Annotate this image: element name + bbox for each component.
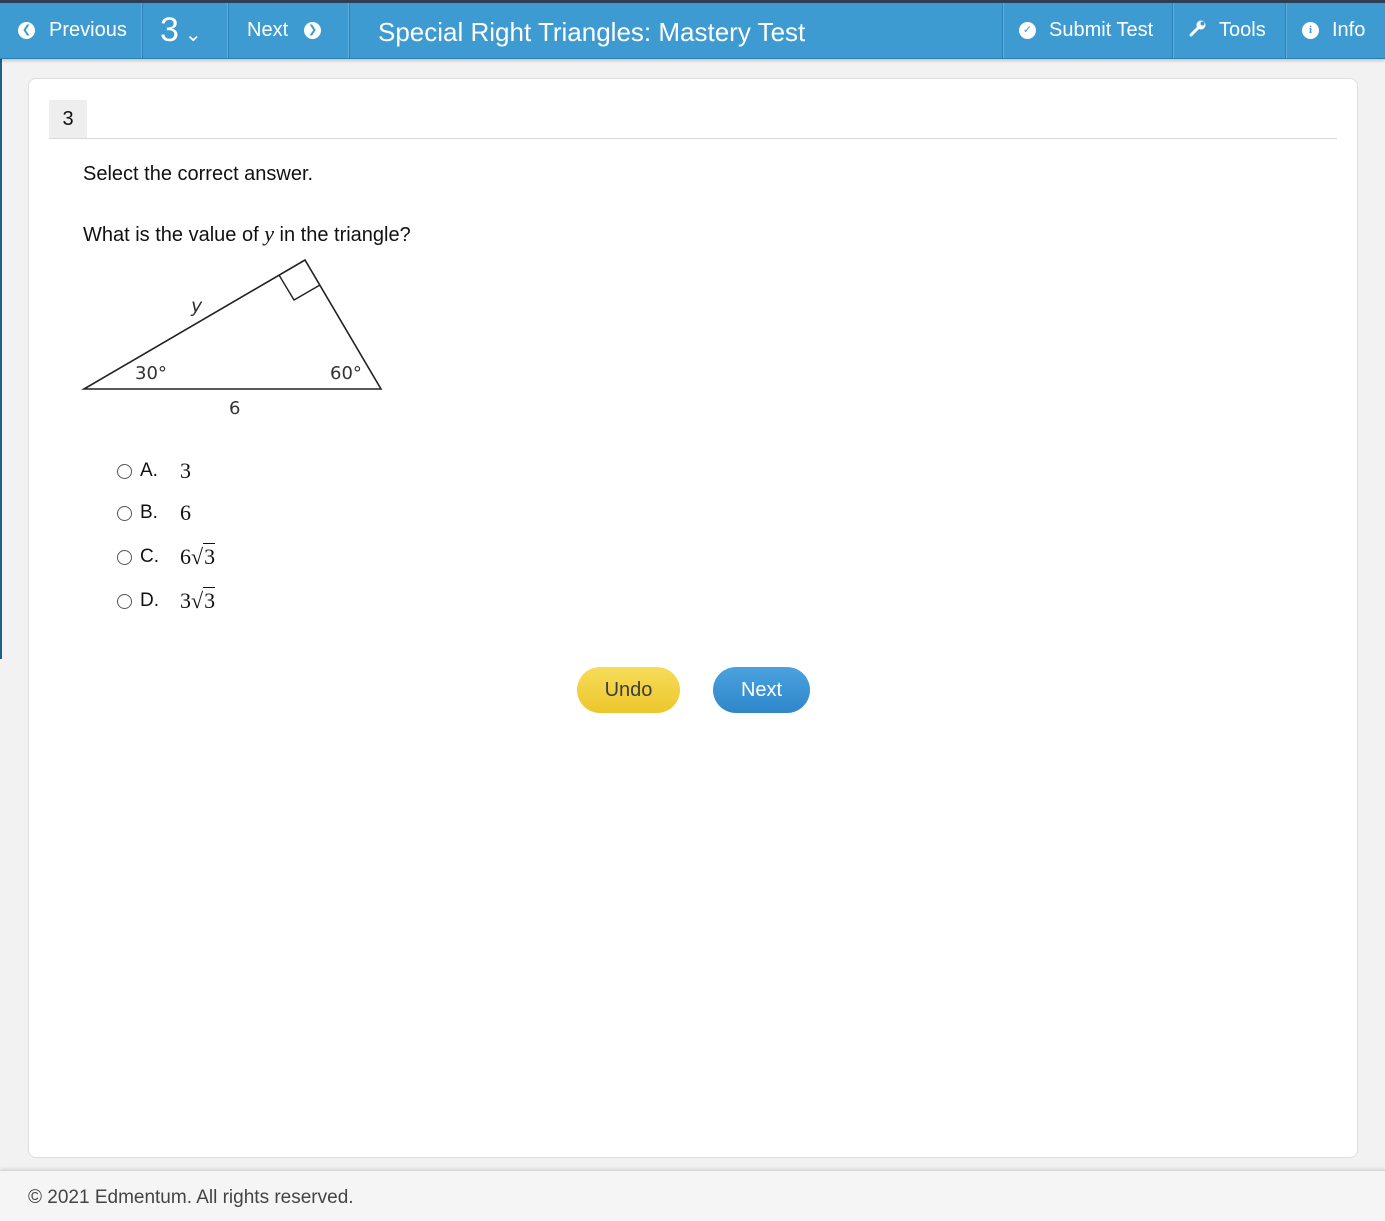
option-value: 6 [180, 500, 191, 525]
window-edge [0, 59, 2, 659]
submit-label: Submit Test [1049, 19, 1154, 41]
question-prompt: What is the value of y in the triangle? [83, 221, 411, 246]
label-60-degrees: 60° [330, 363, 362, 384]
info-label: Info [1332, 19, 1366, 41]
question-selector-dropdown[interactable]: 3 ⌄ [143, 3, 229, 58]
arrow-right-circle-icon: ❯ [304, 22, 322, 39]
square-root-symbol: √3 [191, 587, 216, 613]
label-30-degrees: 30° [135, 363, 167, 384]
square-root-symbol: √3 [191, 543, 216, 569]
right-angle-marker [278, 274, 321, 301]
next-label: Next [247, 19, 289, 41]
radio-button[interactable] [117, 505, 132, 521]
chevron-down-icon: ⌄ [184, 24, 202, 46]
radio-button[interactable] [117, 463, 132, 479]
copyright-text: © 2021 Edmentum. All rights reserved. [28, 1187, 354, 1208]
label-y: y [190, 295, 203, 317]
option-value: 3 [180, 458, 191, 483]
question-number: 3 [160, 11, 179, 49]
top-navigation-bar: ❮ Previous 3 ⌄ Next ❯ Special Right Tria… [0, 0, 1385, 59]
option-a[interactable]: A. 3 [117, 458, 191, 483]
info-button[interactable]: i Info [1285, 3, 1385, 58]
option-b[interactable]: B. 6 [117, 500, 191, 525]
tools-label: Tools [1219, 19, 1266, 41]
radio-button[interactable] [117, 593, 132, 609]
variable-y: y [264, 221, 274, 246]
triangle-diagram: y 30° 60° 6 [81, 258, 383, 417]
radio-button[interactable] [117, 549, 132, 565]
next-button[interactable]: Next [713, 667, 810, 713]
previous-button[interactable]: ❮ Previous [0, 3, 143, 58]
tools-button[interactable]: Tools [1172, 3, 1285, 58]
label-base-6: 6 [229, 398, 240, 417]
instruction-text: Select the correct answer. [83, 163, 314, 185]
info-circle-icon: i [1302, 22, 1319, 39]
option-c[interactable]: C. 6√3 [117, 543, 216, 569]
wrench-icon [1189, 19, 1207, 43]
option-value: 6√3 [180, 543, 216, 569]
question-tab: 3 [49, 100, 87, 138]
next-question-button[interactable]: Next ❯ [229, 3, 350, 58]
undo-button[interactable]: Undo [577, 667, 680, 713]
arrow-left-circle-icon: ❮ [18, 22, 35, 39]
submit-test-button[interactable]: ✓ Submit Test [1002, 3, 1172, 58]
previous-label: Previous [49, 19, 127, 41]
test-title: Special Right Triangles: Mastery Test [378, 17, 806, 47]
divider [49, 138, 1337, 139]
option-value: 3√3 [180, 587, 216, 613]
option-d[interactable]: D. 3√3 [117, 587, 216, 613]
check-circle-icon: ✓ [1019, 22, 1036, 39]
question-panel: 3 Select the correct answer. What is the… [28, 78, 1358, 1158]
footer: © 2021 Edmentum. All rights reserved. [0, 1170, 1385, 1221]
